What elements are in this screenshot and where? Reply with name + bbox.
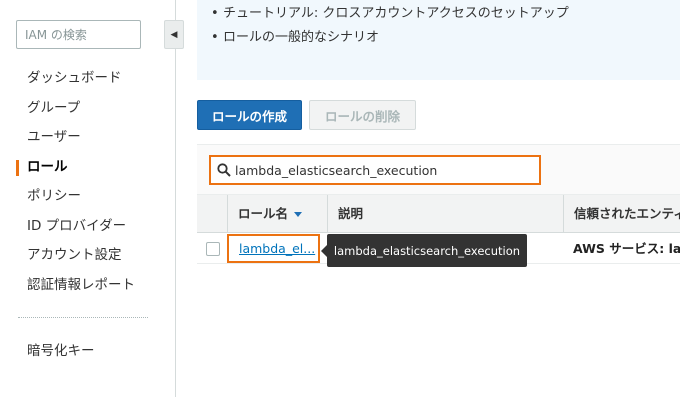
bullet: • <box>211 6 219 21</box>
sidebar-divider <box>18 317 148 318</box>
row-select-checkbox[interactable] <box>206 242 220 256</box>
column-header-select <box>197 195 227 233</box>
info-link-cross-account-tutorial[interactable]: チュートリアル: クロスアカウントアクセスのセットアップ <box>223 6 569 21</box>
sidebar: ダッシュボード グループ ユーザー ロール ポリシー ID プロバイダー アカウ… <box>0 0 176 397</box>
sidebar-item-dashboard[interactable]: ダッシュボード <box>0 64 176 94</box>
info-link-list: • チュートリアル: クロスアカウントアクセスのセットアップ • ロールの一般的なシ… <box>211 2 569 50</box>
sort-desc-icon <box>294 212 303 217</box>
info-list-item: • チュートリアル: クロスアカウントアクセスのセットアップ <box>211 2 569 26</box>
column-header-description[interactable]: 説明 <box>327 195 563 233</box>
sidebar-extra-nav: 暗号化キー <box>0 337 176 367</box>
filter-bar: lambda_elasticsearch_execution <box>197 144 680 195</box>
role-name-cell: lambda_el... <box>227 234 320 263</box>
sidebar-item-groups[interactable]: グループ <box>0 94 176 124</box>
column-header-trusted-entities[interactable]: 信頼されたエンティティ <box>563 195 680 233</box>
chevron-left-icon: ◀ <box>170 29 178 40</box>
sidebar-collapse-button[interactable]: ◀ <box>164 20 184 49</box>
role-filter-input[interactable]: lambda_elasticsearch_execution <box>209 155 541 185</box>
sidebar-item-roles[interactable]: ロール <box>0 153 176 183</box>
sidebar-item-encryption-keys[interactable]: 暗号化キー <box>0 337 176 367</box>
sidebar-nav: ダッシュボード グループ ユーザー ロール ポリシー ID プロバイダー アカウ… <box>0 64 176 300</box>
column-header-label: ロール名 <box>238 206 289 221</box>
info-link-common-scenarios[interactable]: ロールの一般的なシナリオ <box>223 30 379 45</box>
sidebar-item-credential-report[interactable]: 認証情報レポート <box>0 271 176 301</box>
table-header: ロール名 説明 信頼されたエンティティ <box>197 195 680 233</box>
create-role-button[interactable]: ロールの作成 <box>197 100 302 130</box>
search-icon <box>217 163 231 177</box>
bullet: • <box>211 30 219 45</box>
sidebar-item-account-settings[interactable]: アカウント設定 <box>0 241 176 271</box>
iam-search-box[interactable] <box>16 20 141 49</box>
filter-value: lambda_elasticsearch_execution <box>235 162 438 178</box>
sidebar-item-identity-providers[interactable]: ID プロバイダー <box>0 212 176 242</box>
info-panel: • チュートリアル: クロスアカウントアクセスのセットアップ • ロールの一般的なシ… <box>197 0 680 80</box>
role-name-tooltip: lambda_elasticsearch_execution <box>321 234 527 267</box>
delete-role-button[interactable]: ロールの削除 <box>309 100 416 130</box>
trusted-entity-cell: AWS サービス: la <box>573 241 680 256</box>
iam-search-input[interactable] <box>17 21 140 48</box>
column-header-role-name[interactable]: ロール名 <box>227 195 327 233</box>
role-name-link[interactable]: lambda_el... <box>239 241 315 256</box>
sidebar-item-policies[interactable]: ポリシー <box>0 182 176 212</box>
sidebar-item-users[interactable]: ユーザー <box>0 123 176 153</box>
info-list-item: • ロールの一般的なシナリオ <box>211 26 569 50</box>
